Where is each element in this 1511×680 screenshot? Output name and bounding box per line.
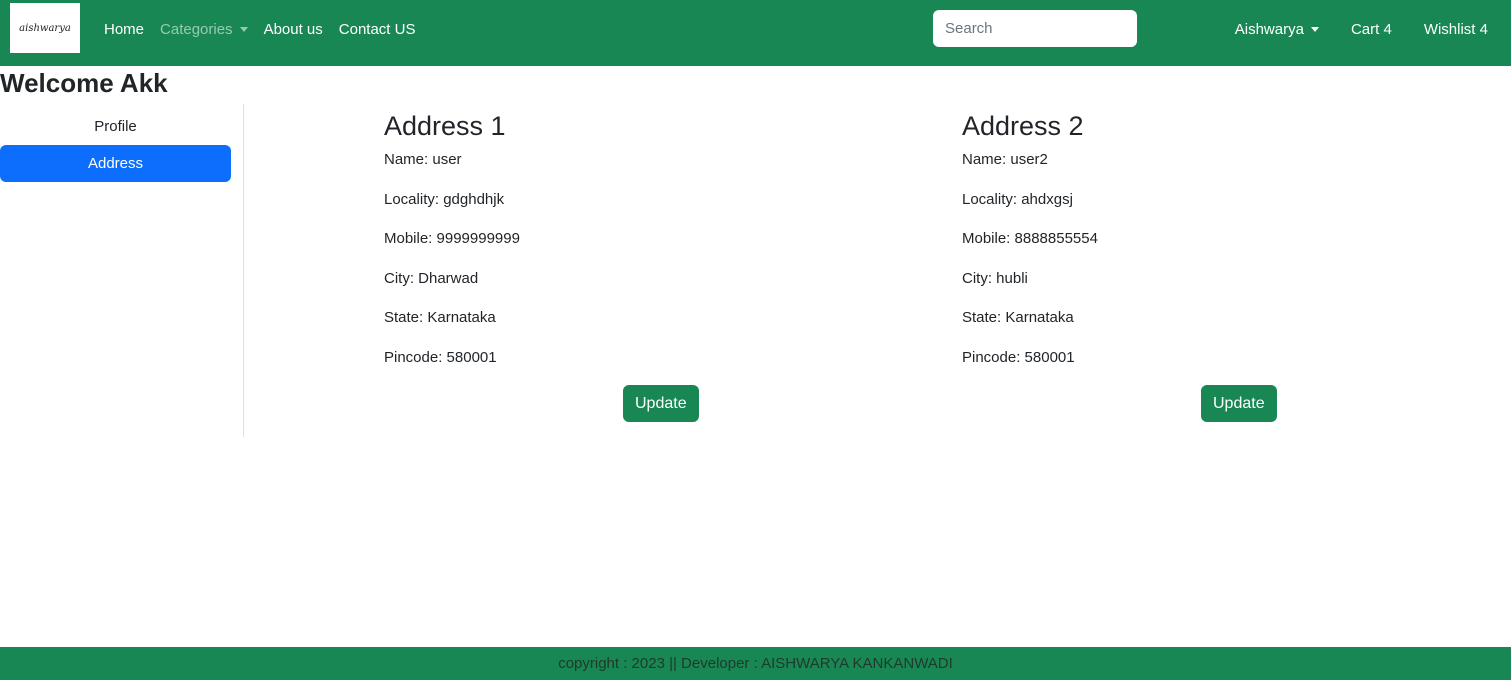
- top-navbar: aishwarya Home Categories About us Conta…: [0, 0, 1511, 66]
- search-input[interactable]: [933, 10, 1137, 47]
- brand-logo[interactable]: aishwarya: [10, 3, 80, 53]
- chevron-down-icon: [1310, 26, 1319, 32]
- address-pincode: Pincode: 580001: [384, 348, 497, 366]
- nav-home-link[interactable]: Home: [104, 21, 144, 38]
- user-name: Aishwarya: [1234, 20, 1304, 38]
- address-mobile: Mobile: 9999999999: [384, 230, 520, 247]
- address-locality: Locality: ahdxgsj: [962, 190, 1073, 208]
- address-name: Name: user2: [962, 151, 1048, 168]
- nav-user-links: Aishwarya Cart 4 Wishlist 4: [1203, 0, 1488, 58]
- logo-text: aishwarya: [19, 22, 71, 34]
- address-state: State: Karnataka: [962, 309, 1074, 326]
- page-title: Welcome Akk: [0, 68, 168, 98]
- cart-link[interactable]: Cart 4: [1351, 21, 1392, 38]
- update-address-2-button[interactable]: Update: [1201, 385, 1277, 422]
- categories-label: Categories: [160, 20, 233, 38]
- address-card-2: Address 2 Name: user2 Locality: ahdxgsj …: [962, 108, 1282, 422]
- nav-contact-link[interactable]: Contact US: [339, 21, 416, 38]
- address-locality: Locality: gdghdhjk: [384, 190, 505, 208]
- address-name: Name: user: [384, 151, 462, 168]
- address-title: Address 2: [962, 111, 1084, 141]
- address-city: City: Dharwad: [384, 269, 479, 287]
- address-mobile: Mobile: 8888855554: [962, 230, 1098, 247]
- nav-about-link[interactable]: About us: [264, 21, 323, 38]
- wishlist-link[interactable]: Wishlist 4: [1424, 21, 1488, 38]
- account-sidebar: Profile Address: [0, 108, 231, 182]
- address-card-1: Address 1 Name: user Locality: gdghdhjk …: [384, 108, 704, 422]
- sidebar-item-address[interactable]: Address: [0, 145, 231, 182]
- user-menu-dropdown[interactable]: Aishwarya: [1235, 21, 1319, 38]
- page-footer: copyright : 2023 || Developer : AISHWARY…: [0, 647, 1511, 680]
- address-title: Address 1: [384, 111, 506, 141]
- nav-links: Home Categories About us Contact US: [104, 0, 431, 58]
- nav-categories-dropdown[interactable]: Categories: [160, 21, 248, 38]
- footer-copyright: copyright : 2023 || Developer : AISHWARY…: [558, 655, 953, 672]
- update-address-1-button[interactable]: Update: [623, 385, 699, 422]
- address-state: State: Karnataka: [384, 309, 496, 326]
- chevron-down-icon: [239, 26, 248, 32]
- sidebar-item-profile[interactable]: Profile: [0, 108, 231, 145]
- sidebar-divider: [243, 104, 244, 437]
- address-city: City: hubli: [962, 269, 1028, 287]
- address-pincode: Pincode: 580001: [962, 348, 1075, 366]
